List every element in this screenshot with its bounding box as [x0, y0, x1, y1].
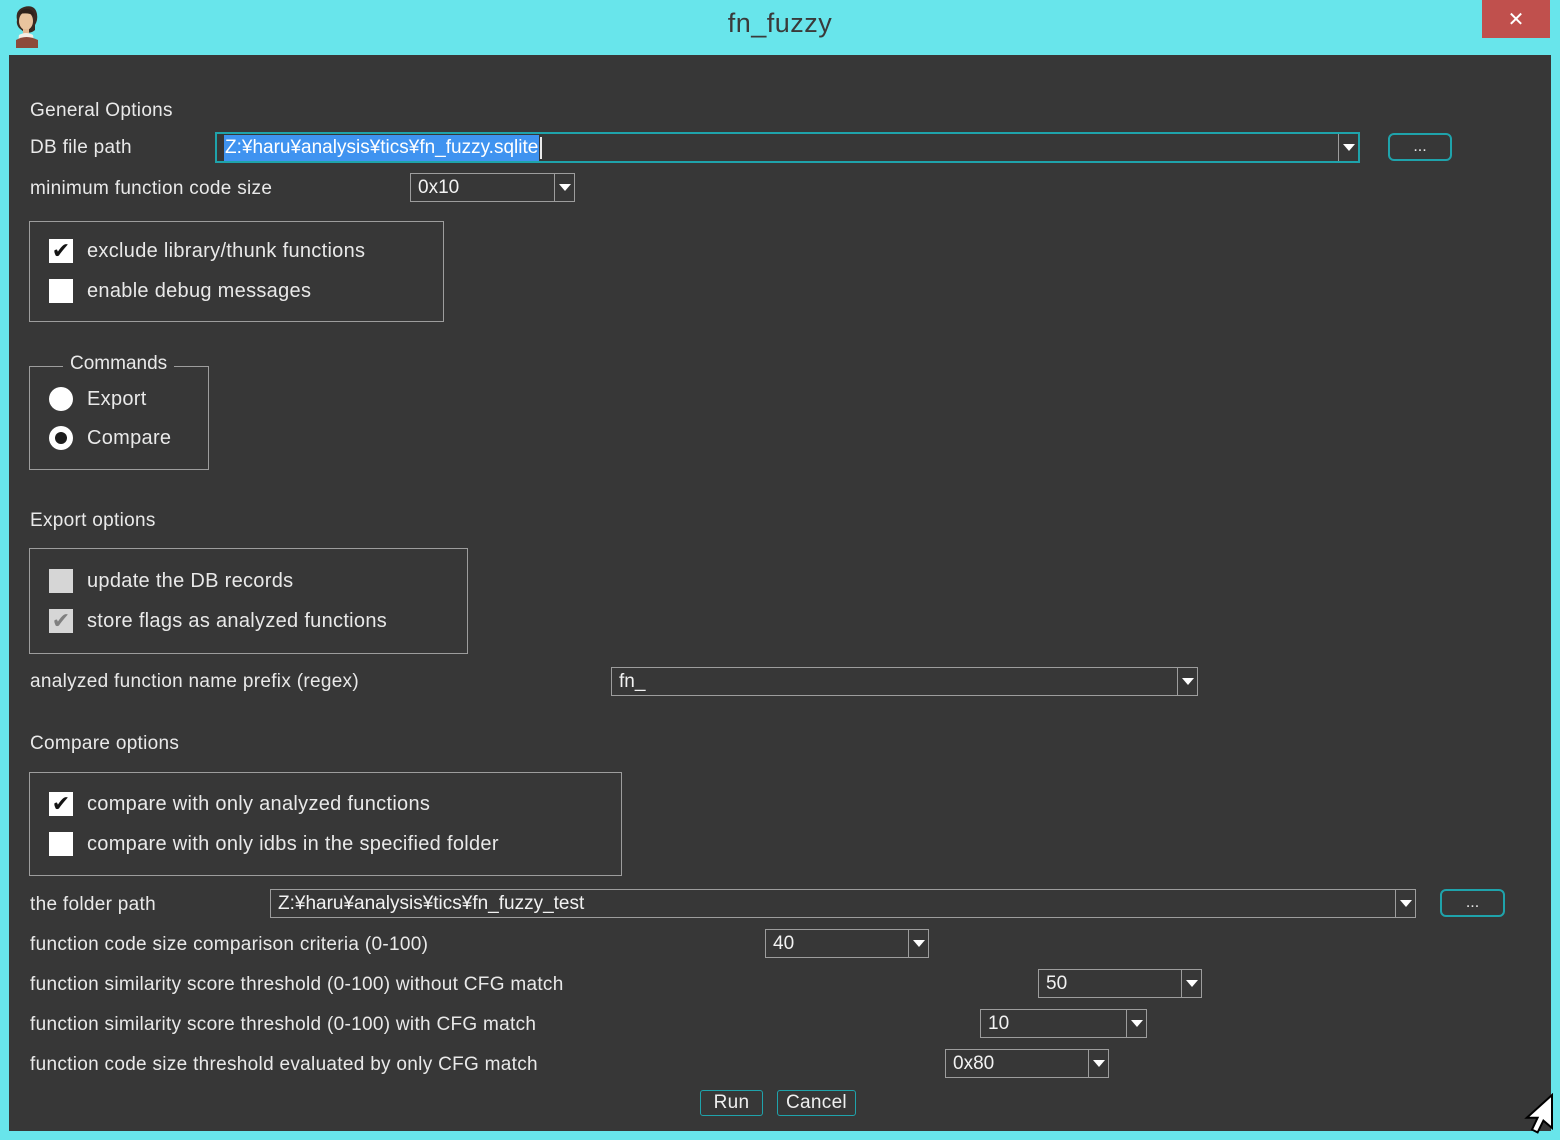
checkbox-label: compare with only analyzed functions — [87, 793, 430, 816]
checkbox-label: exclude library/thunk functions — [87, 240, 365, 263]
radio-row[interactable]: Compare — [49, 426, 171, 450]
criteria-label: function similarity score threshold (0-1… — [30, 972, 564, 998]
chevron-down-icon — [1131, 1020, 1143, 1027]
min-code-size-value[interactable]: 0x10 — [411, 174, 554, 201]
criteria-label: function code size comparison criteria (… — [30, 932, 428, 958]
db-file-path-value[interactable]: Z:¥haru¥analysis¥tics¥fn_fuzzy.sqlite — [217, 134, 1338, 161]
export-checkbox-group: update the DB records store flags as ana… — [29, 548, 468, 654]
db-file-path-browse-button[interactable]: ... — [1388, 133, 1452, 161]
checkbox-label: compare with only idbs in the specified … — [87, 833, 499, 856]
min-code-size-label: minimum function code size — [30, 176, 272, 202]
chevron-down-icon — [1400, 900, 1412, 907]
enable-debug-checkbox[interactable] — [49, 279, 73, 303]
cfg-only-threshold-value[interactable]: 0x80 — [946, 1050, 1088, 1077]
similarity-with-cfg-combobox[interactable]: 10 — [980, 1009, 1147, 1038]
folder-path-label: the folder path — [30, 892, 156, 918]
chevron-down-icon — [1182, 678, 1194, 685]
similarity-with-cfg-value[interactable]: 10 — [981, 1010, 1126, 1037]
fn-fuzzy-dialog: fn_fuzzy ✕ General Options DB file path … — [0, 0, 1560, 1140]
general-checkbox-group: exclude library/thunk functions enable d… — [29, 221, 444, 322]
code-size-criteria-combobox[interactable]: 40 — [765, 929, 929, 958]
similarity-without-cfg-combobox[interactable]: 50 — [1038, 969, 1202, 998]
checkbox-label: store flags as analyzed functions — [87, 610, 387, 633]
cancel-button[interactable]: Cancel — [777, 1090, 856, 1116]
radio-label: Compare — [87, 427, 171, 450]
db-file-path-dropdown-button[interactable] — [1338, 134, 1358, 161]
prefix-dropdown-button[interactable] — [1177, 668, 1197, 695]
titlebar[interactable]: fn_fuzzy ✕ — [0, 0, 1560, 55]
prefix-value[interactable]: fn_ — [612, 668, 1177, 695]
checkbox-label: enable debug messages — [87, 280, 311, 303]
dropdown-button[interactable] — [908, 930, 928, 957]
similarity-without-cfg-value[interactable]: 50 — [1039, 970, 1181, 997]
radio-row[interactable]: Export — [49, 387, 147, 411]
exclude-library-checkbox[interactable] — [49, 239, 73, 263]
folder-path-combobox[interactable]: Z:¥haru¥analysis¥tics¥fn_fuzzy_test — [270, 889, 1416, 918]
code-size-criteria-value[interactable]: 40 — [766, 930, 908, 957]
dropdown-button[interactable] — [1088, 1050, 1108, 1077]
checkbox-label: update the DB records — [87, 570, 293, 593]
compare-options-heading: Compare options — [30, 731, 179, 757]
text-caret — [540, 137, 542, 159]
close-icon: ✕ — [1508, 7, 1525, 32]
chevron-down-icon — [1093, 1060, 1105, 1067]
mouse-cursor-icon — [1514, 1093, 1554, 1135]
folder-path-dropdown-button[interactable] — [1395, 890, 1415, 917]
min-code-size-dropdown-button[interactable] — [554, 174, 574, 201]
db-file-path-label: DB file path — [30, 135, 132, 161]
compare-analyzed-checkbox[interactable] — [49, 792, 73, 816]
min-code-size-combobox[interactable]: 0x10 — [410, 173, 575, 202]
update-db-records-checkbox[interactable] — [49, 569, 73, 593]
dropdown-button[interactable] — [1181, 970, 1201, 997]
store-flags-checkbox[interactable] — [49, 609, 73, 633]
folder-path-browse-button[interactable]: ... — [1440, 889, 1505, 917]
chevron-down-icon — [1186, 980, 1198, 987]
chevron-down-icon — [913, 940, 925, 947]
folder-path-value[interactable]: Z:¥haru¥analysis¥tics¥fn_fuzzy_test — [271, 890, 1395, 917]
db-file-path-combobox[interactable]: Z:¥haru¥analysis¥tics¥fn_fuzzy.sqlite — [215, 132, 1360, 163]
close-button[interactable]: ✕ — [1482, 0, 1550, 38]
export-radio[interactable] — [49, 387, 73, 411]
prefix-label: analyzed function name prefix (regex) — [30, 669, 359, 695]
dropdown-button[interactable] — [1126, 1010, 1146, 1037]
compare-radio[interactable] — [49, 426, 73, 450]
checkbox-row[interactable]: exclude library/thunk functions — [49, 239, 365, 263]
checkbox-row[interactable]: update the DB records — [49, 569, 293, 593]
checkbox-row[interactable]: enable debug messages — [49, 279, 311, 303]
compare-checkbox-group: compare with only analyzed functions com… — [29, 772, 622, 876]
commands-group: Commands Export Compare — [29, 366, 209, 470]
radio-label: Export — [87, 388, 147, 411]
prefix-combobox[interactable]: fn_ — [611, 667, 1198, 696]
chevron-down-icon — [559, 184, 571, 191]
cfg-only-threshold-combobox[interactable]: 0x80 — [945, 1049, 1109, 1078]
criteria-label: function code size threshold evaluated b… — [30, 1052, 538, 1078]
window-title: fn_fuzzy — [0, 8, 1560, 39]
run-button[interactable]: Run — [700, 1090, 763, 1116]
general-options-heading: General Options — [30, 98, 173, 124]
chevron-down-icon — [1343, 144, 1355, 151]
checkbox-row[interactable]: compare with only analyzed functions — [49, 792, 430, 816]
export-options-heading: Export options — [30, 508, 156, 534]
commands-legend: Commands — [63, 353, 174, 375]
checkbox-row[interactable]: compare with only idbs in the specified … — [49, 832, 499, 856]
criteria-label: function similarity score threshold (0-1… — [30, 1012, 536, 1038]
checkbox-row[interactable]: store flags as analyzed functions — [49, 609, 387, 633]
compare-idbs-folder-checkbox[interactable] — [49, 832, 73, 856]
